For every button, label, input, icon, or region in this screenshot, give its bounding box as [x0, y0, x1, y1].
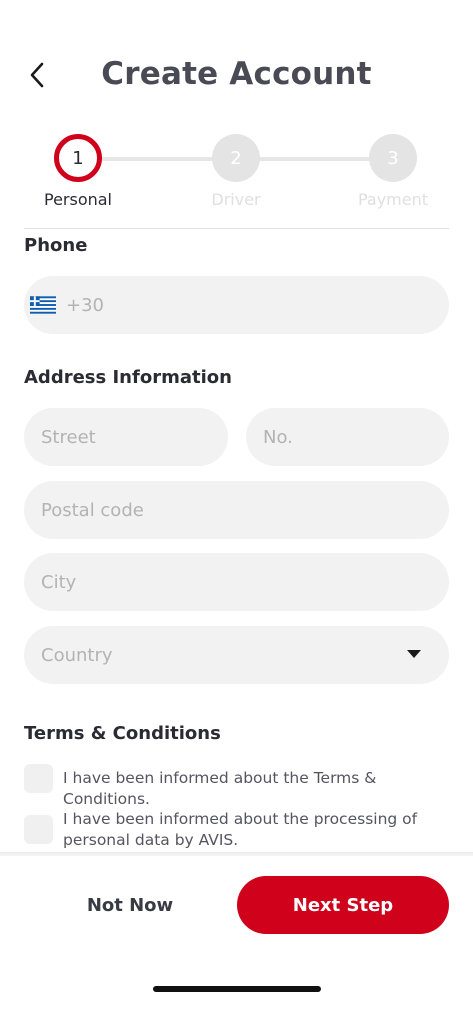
- step-3-indicator: 3: [369, 134, 417, 182]
- step-number: 3: [387, 147, 399, 169]
- country-placeholder: Country: [41, 644, 113, 666]
- dropdown-arrow-icon: [407, 650, 421, 658]
- street-input[interactable]: Street: [24, 408, 228, 466]
- home-indicator[interactable]: [153, 986, 321, 992]
- privacy-label: I have been informed about the processin…: [63, 810, 418, 849]
- step-connector: [100, 157, 216, 161]
- page-title: Create Account: [101, 56, 372, 92]
- street-number-input[interactable]: No.: [246, 408, 449, 466]
- number-placeholder: No.: [263, 426, 293, 448]
- privacy-checkbox[interactable]: [24, 815, 53, 844]
- terms-checkbox[interactable]: [24, 764, 53, 793]
- postal-code-input[interactable]: Postal code: [24, 481, 449, 539]
- not-now-button[interactable]: Not Now: [40, 880, 220, 930]
- divider: [24, 228, 449, 229]
- phone-section-title: Phone: [24, 235, 88, 256]
- city-input[interactable]: City: [24, 553, 449, 611]
- step-label-driver: Driver: [211, 190, 261, 209]
- street-placeholder: Street: [41, 426, 96, 448]
- step-label-personal: Personal: [43, 190, 112, 209]
- country-select[interactable]: Country: [24, 626, 449, 684]
- postal-placeholder: Postal code: [41, 499, 144, 521]
- address-section-title: Address Information: [24, 367, 232, 388]
- greece-flag-icon[interactable]: [30, 296, 56, 314]
- step-number: 2: [230, 147, 242, 169]
- country-code: +30: [66, 294, 104, 316]
- next-step-button[interactable]: Next Step: [237, 876, 449, 934]
- phone-input[interactable]: +30: [24, 276, 449, 334]
- city-placeholder: City: [41, 571, 77, 593]
- step-label-payment: Payment: [357, 190, 429, 209]
- step-1-indicator: 1: [54, 134, 102, 182]
- terms-section-title: Terms & Conditions: [24, 723, 221, 744]
- step-connector: [258, 157, 372, 161]
- step-number: 1: [72, 147, 84, 169]
- terms-label: I have been informed about the Terms & C…: [63, 769, 377, 808]
- step-2-indicator: 2: [212, 134, 260, 182]
